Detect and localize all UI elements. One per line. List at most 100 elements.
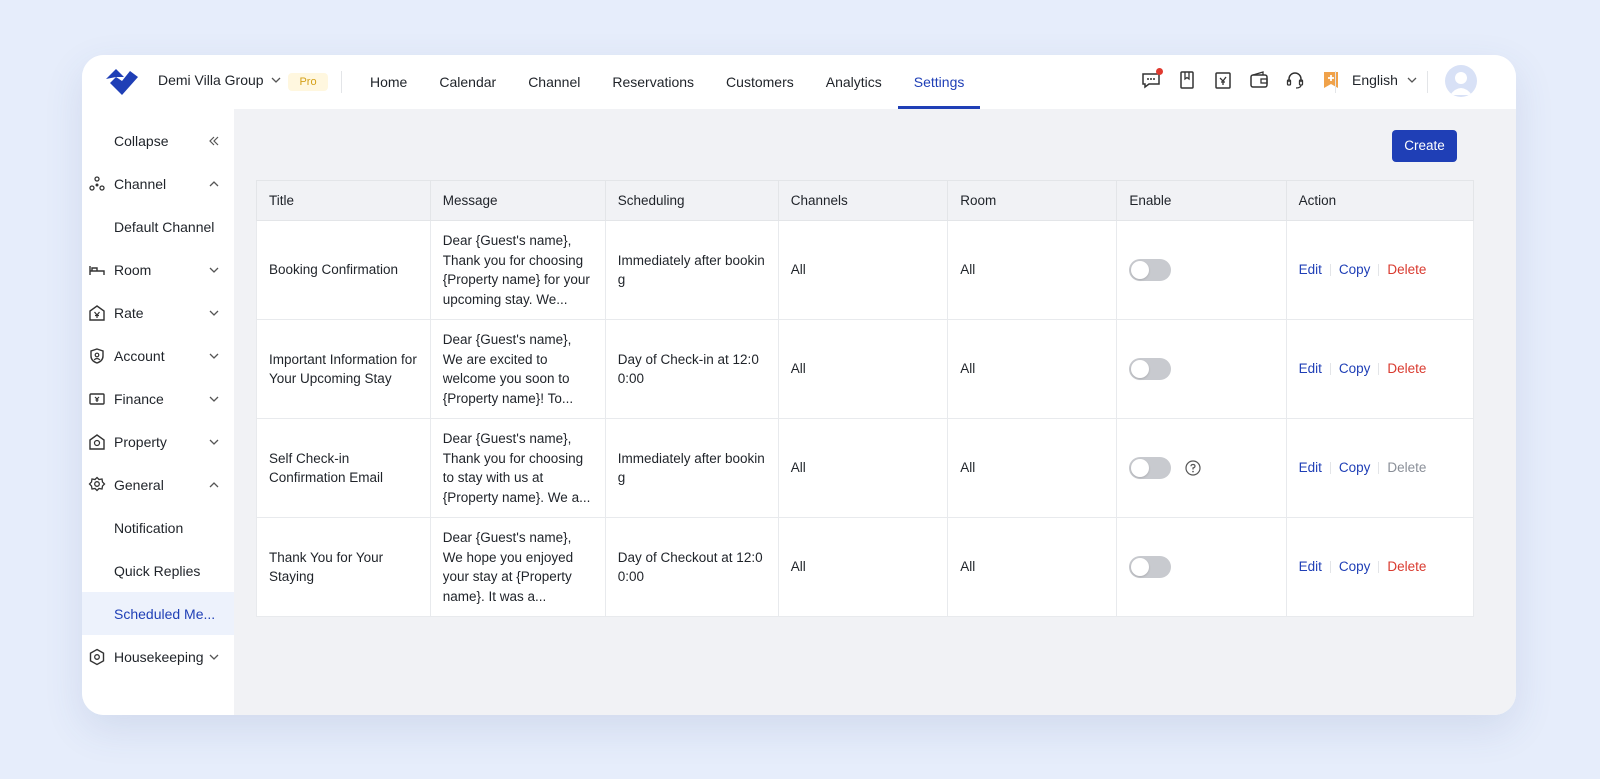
table-row: Thank You for Your Staying Dear {Guest's… <box>256 517 1475 617</box>
enable-toggle[interactable] <box>1129 556 1172 578</box>
edit-link[interactable]: Edit <box>1299 557 1322 577</box>
action-separator <box>1329 264 1331 276</box>
yen-icon <box>89 304 105 321</box>
row-message: Dear {Guest's name}, Thank you for choos… <box>442 233 590 307</box>
sidebar-item-general[interactable]: General <box>82 463 234 506</box>
column-header-message: Message <box>429 180 606 221</box>
sidebar-item-label: Rate <box>114 304 144 321</box>
row-room: All <box>947 319 1118 419</box>
sidebar-item-label: Quick Replies <box>114 562 201 579</box>
double-chevron-left-icon <box>209 136 219 145</box>
book-icon[interactable] <box>1176 69 1198 91</box>
row-title: Important Information for Your Upcoming … <box>256 319 431 419</box>
sidebar-item-housekeeping[interactable]: Housekeeping <box>82 635 234 678</box>
chevron-down-icon <box>209 353 219 359</box>
language-selector[interactable]: English <box>1352 72 1418 88</box>
chevron-down-icon <box>209 439 219 445</box>
channel-icon <box>89 175 105 191</box>
copy-link[interactable]: Copy <box>1339 458 1371 478</box>
delete-link[interactable]: Delete <box>1387 260 1426 280</box>
copy-link[interactable]: Copy <box>1339 557 1371 577</box>
headset-icon[interactable] <box>1284 69 1306 91</box>
row-message-cell: Dear {Guest's name}, We are excited to w… <box>429 319 606 419</box>
main-nav: Home Calendar Channel Reservations Custo… <box>354 55 980 109</box>
message-icon[interactable] <box>1140 68 1163 91</box>
sidebar-item-label: General <box>114 476 164 493</box>
nav-customers[interactable]: Customers <box>710 55 810 109</box>
question-circle-icon[interactable] <box>1185 460 1201 476</box>
copy-link[interactable]: Copy <box>1339 359 1371 379</box>
nav-settings[interactable]: Settings <box>897 55 981 109</box>
row-scheduling-cell: Day of Checkout at 12:00:00 <box>604 517 779 617</box>
edit-link[interactable]: Edit <box>1299 458 1322 478</box>
avatar[interactable] <box>1445 65 1477 97</box>
row-scheduling: Immediately after booking <box>617 450 765 486</box>
scheduled-messages-table: Title Message Scheduling Channels Room E… <box>256 180 1475 617</box>
bookmark-plus-icon[interactable] <box>1320 69 1342 91</box>
column-header-room: Room <box>947 180 1118 221</box>
wallet-icon[interactable] <box>1248 69 1270 91</box>
sidebar-collapse[interactable]: Collapse <box>82 119 234 162</box>
sidebar-item-finance[interactable]: Finance <box>82 377 234 420</box>
row-title: Booking Confirmation <box>256 220 431 320</box>
row-room: All <box>947 517 1118 617</box>
row-scheduling: Immediately after booking <box>617 252 765 288</box>
sidebar-item-scheduled-messages[interactable]: Scheduled Me... <box>82 592 234 635</box>
row-channels: All <box>777 220 949 320</box>
row-actions: Edit Copy Delete <box>1285 319 1475 419</box>
enable-toggle[interactable] <box>1129 457 1172 479</box>
sidebar-item-rate[interactable]: Rate <box>82 291 234 334</box>
chevron-down-icon <box>271 77 281 83</box>
nav-calendar[interactable]: Calendar <box>423 55 512 109</box>
plan-badge: Pro <box>288 73 328 91</box>
edit-link[interactable]: Edit <box>1299 359 1322 379</box>
create-button[interactable]: Create <box>1392 130 1457 162</box>
divider <box>341 71 342 93</box>
sidebar-item-channel[interactable]: Channel <box>82 162 234 205</box>
gear-icon <box>88 476 106 491</box>
action-separator <box>1329 363 1331 375</box>
nav-reservations[interactable]: Reservations <box>596 55 710 109</box>
sidebar-item-notification[interactable]: Notification <box>82 506 234 549</box>
chevron-up-icon <box>209 180 219 186</box>
enable-toggle[interactable] <box>1129 259 1172 281</box>
sidebar-item-default-channel[interactable]: Default Channel <box>82 205 234 248</box>
sidebar-item-quick-replies[interactable]: Quick Replies <box>82 549 234 592</box>
delete-link[interactable]: Delete <box>1387 557 1426 577</box>
action-separator <box>1329 462 1331 474</box>
column-header-channels: Channels <box>777 180 949 221</box>
language-label: English <box>1352 72 1398 88</box>
row-message: Dear {Guest's name}, We are excited to w… <box>442 332 574 406</box>
action-separator <box>1378 462 1380 474</box>
nav-home[interactable]: Home <box>354 55 423 109</box>
enable-toggle[interactable] <box>1129 358 1172 380</box>
sidebar-item-account[interactable]: Account <box>82 334 234 377</box>
row-channels: All <box>777 319 949 419</box>
user-icon <box>1450 72 1472 95</box>
column-header-action: Action <box>1285 180 1475 221</box>
nav-analytics[interactable]: Analytics <box>810 55 898 109</box>
nav-channel[interactable]: Channel <box>512 55 596 109</box>
sidebar-collapse-label: Collapse <box>114 132 169 149</box>
sidebar-item-room[interactable]: Room <box>82 248 234 291</box>
row-scheduling: Day of Check-in at 12:00:00 <box>617 351 759 387</box>
org-switcher[interactable]: Demi Villa Group <box>158 72 282 88</box>
row-scheduling-cell: Day of Check-in at 12:00:00 <box>604 319 779 419</box>
edit-link[interactable]: Edit <box>1299 260 1322 280</box>
table-header-row: Title Message Scheduling Channels Room E… <box>256 180 1475 221</box>
sidebar-item-label: Default Channel <box>114 218 215 235</box>
divider <box>1427 71 1428 93</box>
row-room: All <box>947 418 1118 518</box>
sidebar-item-label: Finance <box>114 390 164 407</box>
copy-link[interactable]: Copy <box>1339 260 1371 280</box>
row-scheduling: Day of Checkout at 12:00:00 <box>617 549 763 585</box>
brand-logo-icon[interactable] <box>102 65 142 97</box>
delete-link[interactable]: Delete <box>1387 359 1426 379</box>
sidebar-item-property[interactable]: Property <box>82 420 234 463</box>
main-content: Create Title Message Scheduling Channels… <box>234 109 1516 715</box>
chevron-down-icon <box>209 396 219 402</box>
row-title: Self Check-in Confirmation Email <box>256 418 431 518</box>
toolbar-icons <box>1140 68 1342 91</box>
sidebar-item-label: Scheduled Me... <box>114 605 216 622</box>
invoice-icon[interactable] <box>1212 69 1234 91</box>
